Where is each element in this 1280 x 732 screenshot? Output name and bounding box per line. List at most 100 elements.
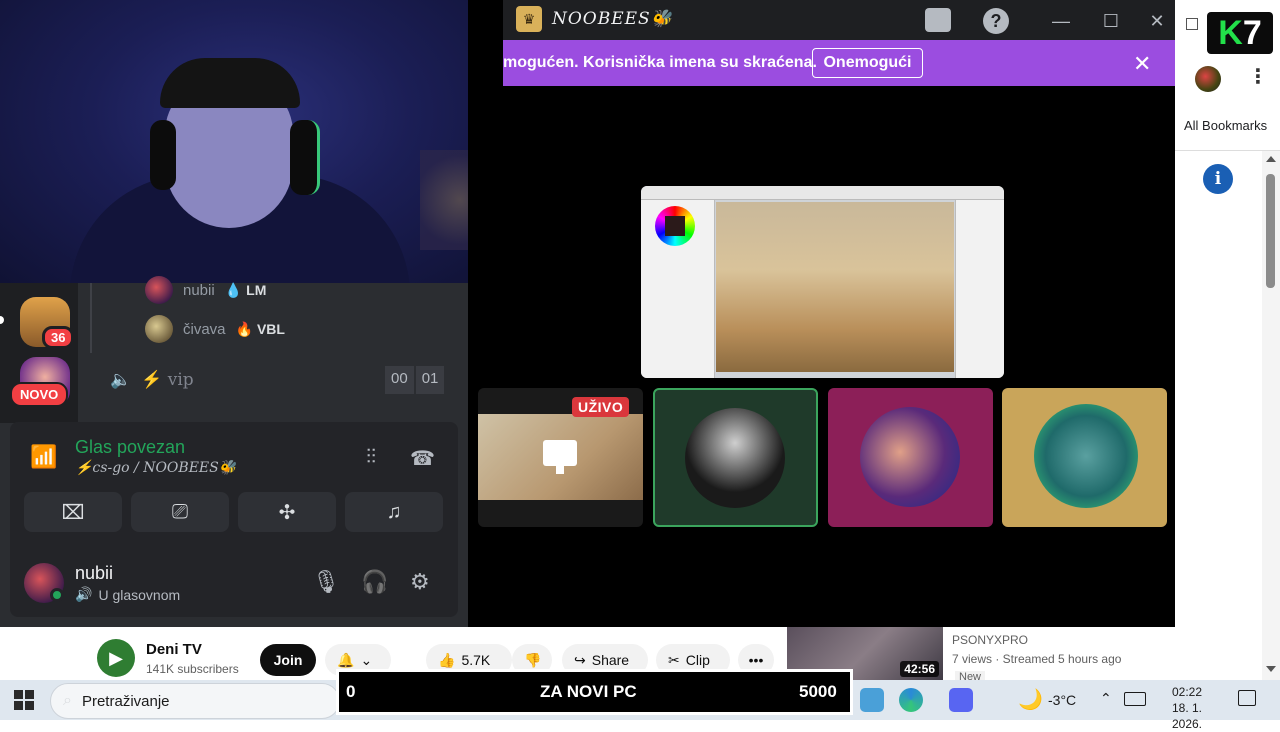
webcam-feed xyxy=(0,0,503,283)
goal-title: ZA NOVI PC xyxy=(540,682,637,701)
channel-avatar[interactable]: ▶ xyxy=(97,639,135,677)
participant-tile[interactable] xyxy=(1002,388,1167,527)
fire-icon: 🔥 xyxy=(235,320,253,337)
settings-gear-icon[interactable]: ⚙ xyxy=(410,569,430,595)
current-user-status-label: U glasovnom xyxy=(98,586,181,603)
tray-chevron-up-icon[interactable]: ⌃ xyxy=(1100,690,1112,707)
clip-label: Clip xyxy=(685,652,710,668)
paint-app-toolbar xyxy=(641,186,1004,200)
chevron-down-icon: ⌄ xyxy=(360,651,373,668)
moon-weather-icon[interactable]: 🌙 xyxy=(1018,687,1043,712)
iptv-app-icon[interactable] xyxy=(860,688,884,712)
k7-logo: K 7 xyxy=(1207,12,1273,54)
activities-icon: ✣ xyxy=(278,501,296,524)
maximize-button[interactable]: ☐ xyxy=(1098,8,1124,34)
microphone-icon[interactable]: 🎙 xyxy=(312,569,340,595)
share-screen-button[interactable]: ⎚ xyxy=(131,492,229,532)
toggle-camera-button[interactable]: ⌧ xyxy=(24,492,122,532)
browser-menu-icon[interactable]: ⋮ xyxy=(1248,64,1268,89)
paint-canvas xyxy=(716,202,954,372)
voice-user-name: nubii xyxy=(183,281,215,299)
soundboard-button[interactable]: ♫ xyxy=(345,492,443,532)
screen-share-icon xyxy=(543,440,577,466)
search-icon: ⌕ xyxy=(63,692,72,709)
current-user-name[interactable]: nubii xyxy=(75,563,113,584)
signal-icon: 📶 xyxy=(30,444,58,469)
headset-right-icon xyxy=(290,120,320,195)
edge-browser-icon[interactable] xyxy=(899,688,923,712)
noise-suppression-icon[interactable]: ⫶⫶ xyxy=(366,446,376,469)
user-tag: 🔥 VBL xyxy=(236,321,285,338)
close-icon[interactable]: ✕ xyxy=(1133,51,1151,77)
drop-icon: 💧 xyxy=(224,281,243,298)
paint-app-layers-panel xyxy=(955,200,1004,378)
server-mention-badge: 36 xyxy=(42,326,75,349)
join-button[interactable]: Join xyxy=(260,644,316,676)
voice-tree-line xyxy=(90,283,92,353)
profile-avatar[interactable] xyxy=(1195,66,1221,92)
timer-left: 00 xyxy=(385,366,414,394)
voice-status-title[interactable]: Glas povezan xyxy=(75,437,185,458)
camera-off-icon: ⌧ xyxy=(61,501,85,524)
discord-app-icon[interactable] xyxy=(949,688,973,712)
restore-window-icon[interactable] xyxy=(1186,18,1198,30)
info-icon[interactable]: i xyxy=(1203,164,1233,194)
channel-name[interactable]: Deni TV xyxy=(146,641,202,658)
all-bookmarks-link[interactable]: All Bookmarks xyxy=(1184,118,1267,133)
soundboard-icon: ♫ xyxy=(386,500,402,523)
headphones-icon[interactable]: 🎧 xyxy=(361,569,388,595)
like-count: 5.7K xyxy=(461,652,491,668)
avatar xyxy=(860,407,960,507)
subscriber-count: 141K subscribers xyxy=(146,662,239,676)
channel-vip[interactable]: 🔈 ⚡ vip xyxy=(110,366,194,394)
channel-vip-label: ⚡ vip xyxy=(141,370,194,390)
inbox-icon[interactable] xyxy=(925,8,951,32)
k7-number: 7 xyxy=(1242,13,1262,52)
scroll-down-arrow-icon[interactable] xyxy=(1266,666,1276,672)
main-stream-view[interactable] xyxy=(641,186,1004,378)
live-badge: UŽIVO xyxy=(572,397,630,417)
new-badge: NOVO xyxy=(10,382,69,407)
screen-share-icon: ⎚ xyxy=(172,500,188,523)
speaker-icon: 🔊 xyxy=(75,586,93,602)
online-status-indicator xyxy=(50,588,64,602)
participant-tile[interactable] xyxy=(828,388,993,527)
thumbs-down-icon: 👎 xyxy=(524,651,542,668)
streamer-cap xyxy=(160,58,300,108)
thumbs-up-icon: 👍 xyxy=(438,651,456,668)
speaker-icon: 🔈 xyxy=(110,370,132,390)
help-icon[interactable]: ? xyxy=(983,8,1009,34)
notification-center-icon[interactable] xyxy=(1238,690,1256,706)
k7-letter: K xyxy=(1218,13,1243,52)
voice-status-channel[interactable]: ⚡cs-go / NOOBEES🐝 xyxy=(75,460,236,476)
voice-user-row[interactable]: nubii 💧 LM xyxy=(145,276,266,304)
goal-target-value: 5000 xyxy=(799,682,837,701)
avatar xyxy=(685,408,785,508)
window-title: NOOBEES🐝 xyxy=(552,9,673,29)
scrollbar-thumb[interactable] xyxy=(1266,174,1275,288)
headset-left-icon xyxy=(150,120,176,190)
goal-current-value: 0 xyxy=(346,682,356,701)
system-clock[interactable]: 02:22 18. 1. 2026. xyxy=(1158,684,1216,732)
temperature[interactable]: -3°C xyxy=(1048,692,1076,708)
screen-stand-icon xyxy=(556,466,564,474)
voice-user-name: čivava xyxy=(183,320,226,338)
minimize-button[interactable]: — xyxy=(1048,8,1074,34)
windows-start-icon[interactable] xyxy=(14,690,34,710)
scissors-icon: ✂ xyxy=(668,651,680,668)
keyboard-icon[interactable] xyxy=(1124,692,1146,706)
close-window-button[interactable]: ✕ xyxy=(1144,8,1170,34)
voice-user-row[interactable]: čivava 🔥 VBL xyxy=(145,315,285,343)
scroll-up-arrow-icon[interactable] xyxy=(1266,156,1276,162)
related-video-meta: 7 views · Streamed 5 hours ago xyxy=(952,652,1122,666)
related-video-channel[interactable]: PSONYXPRO xyxy=(952,633,1028,647)
activities-button[interactable]: ✣ xyxy=(238,492,336,532)
taskbar-search[interactable]: ⌕ Pretraživanje xyxy=(50,683,340,719)
notice-text: mogućen. Korisnička imena su skraćena. xyxy=(503,54,817,71)
disable-button[interactable]: Onemogući xyxy=(812,48,923,78)
search-placeholder: Pretraživanje xyxy=(81,692,170,710)
channel-timer: 00 01 xyxy=(385,366,445,394)
disconnect-icon[interactable]: ☎ xyxy=(410,446,435,471)
avatar xyxy=(1034,404,1138,508)
participant-tile[interactable] xyxy=(653,388,818,527)
